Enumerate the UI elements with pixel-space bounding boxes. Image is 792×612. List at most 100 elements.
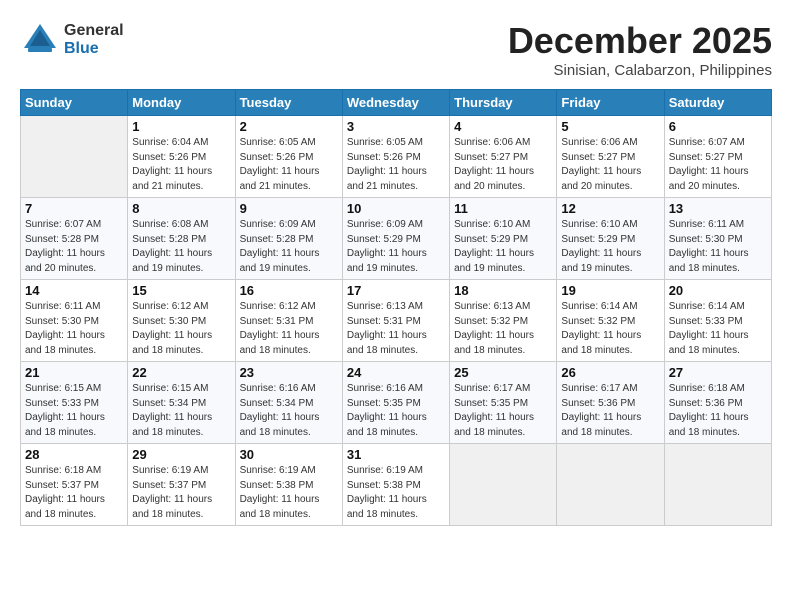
day-number: 25 — [454, 365, 552, 380]
day-number: 18 — [454, 283, 552, 298]
calendar-cell: 20Sunrise: 6:14 AMSunset: 5:33 PMDayligh… — [664, 280, 771, 362]
day-info: Sunrise: 6:06 AMSunset: 5:27 PMDaylight:… — [561, 136, 659, 194]
calendar-cell: 2Sunrise: 6:05 AMSunset: 5:26 PMDaylight… — [235, 116, 342, 198]
month-title: December 2025 — [508, 20, 772, 62]
day-number: 16 — [240, 283, 338, 298]
calendar-cell: 3 Sunrise: 6:05 AMSunset: 5:26 PMDaylight… — [342, 116, 449, 198]
calendar-cell: 21 Sunrise: 6:15 AMSunset: 5:33 PMDayligh… — [21, 362, 128, 444]
day-info: Sunrise: 6:05 AMSunset: 5:26 PMDaylight:… — [347, 136, 445, 194]
day-number: 6 — [669, 119, 767, 134]
day-number: 2 — [240, 119, 338, 134]
calendar-cell: 15 Sunrise: 6:12 AMSunset: 5:30 PMDayligh… — [128, 280, 235, 362]
logo-text: General Blue — [64, 22, 124, 57]
logo-blue-text: Blue — [64, 40, 124, 58]
day-info: Sunrise: 6:04 AMSunset: 5:26 PMDaylight:… — [132, 136, 230, 194]
calendar-cell: 13Sunrise: 6:11 AMSunset: 5:30 PMDayligh… — [664, 198, 771, 280]
calendar-cell: 29 Sunrise: 6:19 AMSunset: 5:37 PMDayligh… — [128, 444, 235, 526]
day-info: Sunrise: 6:14 AMSunset: 5:33 PMDaylight:… — [669, 300, 767, 358]
page: General Blue December 2025 Sinisian, Cal… — [0, 0, 792, 536]
day-number: 3 — [347, 119, 445, 134]
calendar-cell: 23 Sunrise: 6:16 AMSunset: 5:34 PMDayligh… — [235, 362, 342, 444]
col-header-saturday: Saturday — [664, 90, 771, 116]
col-header-wednesday: Wednesday — [342, 90, 449, 116]
calendar-cell: 8 Sunrise: 6:08 AMSunset: 5:28 PMDaylight… — [128, 198, 235, 280]
week-row-4: 21 Sunrise: 6:15 AMSunset: 5:33 PMDayligh… — [21, 362, 772, 444]
col-header-sunday: Sunday — [21, 90, 128, 116]
day-number: 8 — [132, 201, 230, 216]
day-info: Sunrise: 6:11 AMSunset: 5:30 PMDaylight:… — [25, 300, 123, 358]
calendar-cell — [450, 444, 557, 526]
day-info: Sunrise: 6:18 AMSunset: 5:37 PMDaylight:… — [25, 464, 123, 522]
day-number: 28 — [25, 447, 123, 462]
day-info: Sunrise: 6:13 AMSunset: 5:31 PMDaylight:… — [347, 300, 445, 358]
calendar-cell: 28 Sunrise: 6:18 AMSunset: 5:37 PMDayligh… — [21, 444, 128, 526]
day-info: Sunrise: 6:06 AMSunset: 5:27 PMDaylight:… — [454, 136, 552, 194]
calendar-cell: 4 Sunrise: 6:06 AMSunset: 5:27 PMDaylight… — [450, 116, 557, 198]
day-number: 11 — [454, 201, 552, 216]
day-number: 9 — [240, 201, 338, 216]
day-info: Sunrise: 6:14 AMSunset: 5:32 PMDaylight:… — [561, 300, 659, 358]
day-info: Sunrise: 6:09 AMSunset: 5:29 PMDaylight:… — [347, 218, 445, 276]
day-number: 24 — [347, 365, 445, 380]
day-number: 29 — [132, 447, 230, 462]
day-number: 4 — [454, 119, 552, 134]
calendar-cell: 16 Sunrise: 6:12 AMSunset: 5:31 PMDayligh… — [235, 280, 342, 362]
day-number: 17 — [347, 283, 445, 298]
day-number: 12 — [561, 201, 659, 216]
day-info: Sunrise: 6:17 AMSunset: 5:36 PMDaylight:… — [561, 382, 659, 440]
calendar-cell: 10Sunrise: 6:09 AMSunset: 5:29 PMDayligh… — [342, 198, 449, 280]
day-number: 13 — [669, 201, 767, 216]
day-number: 23 — [240, 365, 338, 380]
calendar-cell: 22 Sunrise: 6:15 AMSunset: 5:34 PMDayligh… — [128, 362, 235, 444]
calendar-cell: 17 Sunrise: 6:13 AMSunset: 5:31 PMDayligh… — [342, 280, 449, 362]
calendar-cell: 14Sunrise: 6:11 AMSunset: 5:30 PMDayligh… — [21, 280, 128, 362]
calendar-cell — [664, 444, 771, 526]
day-info: Sunrise: 6:12 AMSunset: 5:30 PMDaylight:… — [132, 300, 230, 358]
day-number: 21 — [25, 365, 123, 380]
logo: General Blue — [20, 20, 124, 60]
header: General Blue December 2025 Sinisian, Cal… — [20, 20, 772, 79]
week-row-3: 14Sunrise: 6:11 AMSunset: 5:30 PMDayligh… — [21, 280, 772, 362]
day-info: Sunrise: 6:18 AMSunset: 5:36 PMDaylight:… — [669, 382, 767, 440]
day-info: Sunrise: 6:19 AMSunset: 5:38 PMDaylight:… — [347, 464, 445, 522]
calendar-cell: 27Sunrise: 6:18 AMSunset: 5:36 PMDayligh… — [664, 362, 771, 444]
day-info: Sunrise: 6:08 AMSunset: 5:28 PMDaylight:… — [132, 218, 230, 276]
col-header-monday: Monday — [128, 90, 235, 116]
day-info: Sunrise: 6:12 AMSunset: 5:31 PMDaylight:… — [240, 300, 338, 358]
day-info: Sunrise: 6:17 AMSunset: 5:35 PMDaylight:… — [454, 382, 552, 440]
calendar-cell: 24Sunrise: 6:16 AMSunset: 5:35 PMDayligh… — [342, 362, 449, 444]
calendar-cell: 9Sunrise: 6:09 AMSunset: 5:28 PMDaylight… — [235, 198, 342, 280]
col-header-thursday: Thursday — [450, 90, 557, 116]
calendar-cell: 12 Sunrise: 6:10 AMSunset: 5:29 PMDayligh… — [557, 198, 664, 280]
day-number: 19 — [561, 283, 659, 298]
day-number: 15 — [132, 283, 230, 298]
calendar-cell: 19 Sunrise: 6:14 AMSunset: 5:32 PMDayligh… — [557, 280, 664, 362]
calendar-cell: 1Sunrise: 6:04 AMSunset: 5:26 PMDaylight… — [128, 116, 235, 198]
calendar-table: SundayMondayTuesdayWednesdayThursdayFrid… — [20, 89, 772, 526]
day-number: 5 — [561, 119, 659, 134]
title-block: December 2025 Sinisian, Calabarzon, Phil… — [508, 20, 772, 79]
week-row-1: 1Sunrise: 6:04 AMSunset: 5:26 PMDaylight… — [21, 116, 772, 198]
day-info: Sunrise: 6:07 AMSunset: 5:28 PMDaylight:… — [25, 218, 123, 276]
calendar-cell: 7 Sunrise: 6:07 AMSunset: 5:28 PMDaylight… — [21, 198, 128, 280]
day-info: Sunrise: 6:13 AMSunset: 5:32 PMDaylight:… — [454, 300, 552, 358]
calendar-cell: 31Sunrise: 6:19 AMSunset: 5:38 PMDayligh… — [342, 444, 449, 526]
calendar-cell: 18 Sunrise: 6:13 AMSunset: 5:32 PMDayligh… — [450, 280, 557, 362]
logo-icon — [20, 20, 60, 60]
day-info: Sunrise: 6:16 AMSunset: 5:34 PMDaylight:… — [240, 382, 338, 440]
day-info: Sunrise: 6:15 AMSunset: 5:34 PMDaylight:… — [132, 382, 230, 440]
day-info: Sunrise: 6:19 AMSunset: 5:38 PMDaylight:… — [240, 464, 338, 522]
day-info: Sunrise: 6:10 AMSunset: 5:29 PMDaylight:… — [561, 218, 659, 276]
day-info: Sunrise: 6:10 AMSunset: 5:29 PMDaylight:… — [454, 218, 552, 276]
calendar-cell — [557, 444, 664, 526]
day-number: 7 — [25, 201, 123, 216]
calendar-cell: 30Sunrise: 6:19 AMSunset: 5:38 PMDayligh… — [235, 444, 342, 526]
day-number: 22 — [132, 365, 230, 380]
calendar-cell: 11 Sunrise: 6:10 AMSunset: 5:29 PMDayligh… — [450, 198, 557, 280]
location: Sinisian, Calabarzon, Philippines — [508, 62, 772, 79]
col-header-friday: Friday — [557, 90, 664, 116]
calendar-cell: 26Sunrise: 6:17 AMSunset: 5:36 PMDayligh… — [557, 362, 664, 444]
calendar-cell: 25 Sunrise: 6:17 AMSunset: 5:35 PMDayligh… — [450, 362, 557, 444]
day-info: Sunrise: 6:19 AMSunset: 5:37 PMDaylight:… — [132, 464, 230, 522]
day-info: Sunrise: 6:15 AMSunset: 5:33 PMDaylight:… — [25, 382, 123, 440]
